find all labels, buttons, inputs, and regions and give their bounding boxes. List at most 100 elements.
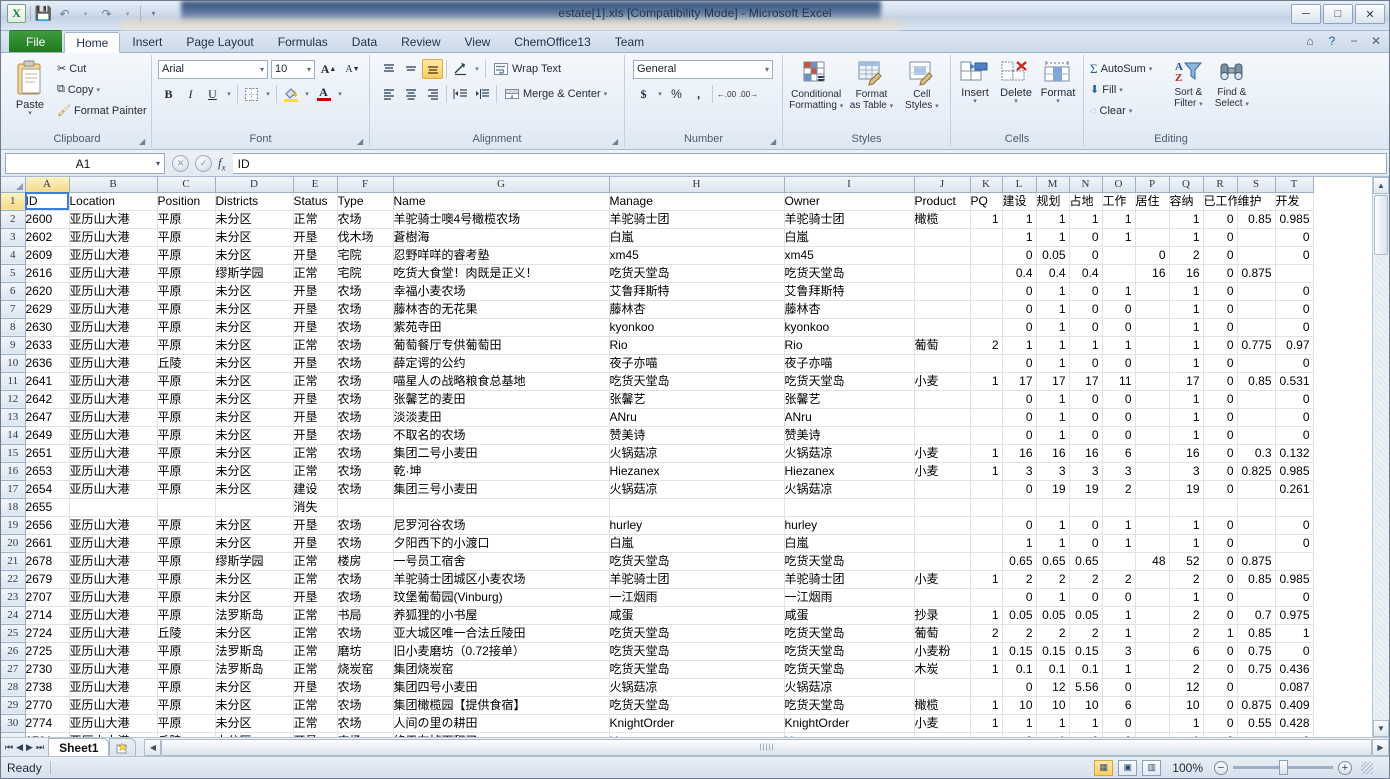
cell-C13[interactable]: 平原 [157,408,216,427]
cell-E27[interactable]: 正常 [293,660,338,679]
cell-D8[interactable]: 未分区 [215,318,294,337]
column-header-l[interactable]: L [1002,177,1037,193]
cell-P25[interactable] [1135,624,1170,643]
cell-I6[interactable]: 艾鲁拜斯特 [784,282,915,301]
cell-Q28[interactable]: 12 [1169,678,1204,697]
cell-R14[interactable]: 0 [1203,426,1238,445]
table-row[interactable]: 15 2651 亚历山大港 平原 未分区 正常 农场 集团二号小麦田 火锅菇凉 火锅菇凉 小麦 1 16… [1,444,1314,463]
cell-E6[interactable]: 开垦 [293,282,338,301]
cell-B16[interactable]: 亚历山大港 [69,462,158,481]
scroll-left-button[interactable]: ◀ [144,738,162,756]
formula-input[interactable]: ID [232,153,1387,174]
zoom-in-button[interactable]: + [1338,760,1352,775]
cell-F3[interactable]: 伐木场 [337,228,394,247]
cell-F15[interactable]: 农场 [337,444,394,463]
cell-B9[interactable]: 亚历山大港 [69,336,158,355]
cell-Q29[interactable]: 10 [1169,696,1204,715]
cell-D4[interactable]: 未分区 [215,246,294,265]
cell-C1[interactable]: Position [157,192,216,211]
cell-T6[interactable]: 0 [1275,282,1314,301]
cell-I20[interactable]: 白嵐 [784,534,915,553]
zoom-slider-handle[interactable] [1279,760,1288,775]
cut-button[interactable]: ✂ Cut [57,58,147,79]
table-row[interactable]: 30 2774 亚历山大港 平原 未分区 正常 农场 人间の里の耕田 KnightOrder Kn… [1,714,1314,733]
cell-N28[interactable]: 5.56 [1069,678,1103,697]
row-header-27[interactable]: 27 [1,660,26,679]
cell-M18[interactable] [1036,498,1070,517]
cell-T5[interactable] [1275,264,1314,283]
cell-D27[interactable]: 法罗斯岛 [215,660,294,679]
cell-Q17[interactable]: 19 [1169,480,1204,499]
cell-M17[interactable]: 19 [1036,480,1070,499]
align-middle-button[interactable] [400,59,421,79]
cell-F14[interactable]: 农场 [337,426,394,445]
scroll-down-button[interactable]: ▼ [1373,720,1389,737]
table-row[interactable]: 19 2656 亚历山大港 平原 未分区 开垦 农场 尼罗河谷农场 hurley hurley 0 1… [1,516,1314,535]
font-color-button[interactable]: A [313,84,334,104]
cell-R28[interactable]: 0 [1203,678,1238,697]
cell-K22[interactable]: 1 [970,570,1003,589]
cell-N7[interactable]: 0 [1069,300,1103,319]
cell-S2[interactable]: 0.85 [1237,210,1276,229]
cell-F30[interactable]: 农场 [337,714,394,733]
cell-I18[interactable] [784,498,915,517]
column-header-n[interactable]: N [1069,177,1103,193]
cell-P1[interactable]: 居住 [1135,192,1170,211]
cell-P24[interactable] [1135,606,1170,625]
row-header-1[interactable]: 1 [1,192,26,211]
resize-grip-icon[interactable] [1361,761,1373,774]
italic-button[interactable]: I [180,84,201,104]
cell-D9[interactable]: 未分区 [215,336,294,355]
conditional-formatting-dropdown-icon[interactable]: ▾ [840,103,844,110]
cell-Q11[interactable]: 17 [1169,372,1204,391]
cell-F12[interactable]: 农场 [337,390,394,409]
zoom-slider[interactable] [1233,760,1333,775]
cell-H7[interactable]: 藤林杏 [609,300,785,319]
cell-E7[interactable]: 开垦 [293,300,338,319]
row-header-30[interactable]: 30 [1,714,26,733]
cell-P23[interactable] [1135,588,1170,607]
cell-M13[interactable]: 1 [1036,408,1070,427]
cell-Q19[interactable]: 1 [1169,516,1204,535]
conditional-formatting-button[interactable]: Conditional Formatting ▾ [787,58,845,112]
name-box-dropdown-icon[interactable]: ▾ [156,159,160,168]
cell-O28[interactable]: 0 [1102,678,1136,697]
cell-T3[interactable]: 0 [1275,228,1314,247]
row-header-25[interactable]: 25 [1,624,26,643]
cell-R26[interactable]: 0 [1203,642,1238,661]
cell-R9[interactable]: 0 [1203,336,1238,355]
cell-L4[interactable]: 0 [1002,246,1037,265]
cell-M15[interactable]: 16 [1036,444,1070,463]
cell-G27[interactable]: 集团烧炭窑 [393,660,610,679]
cell-S11[interactable]: 0.85 [1237,372,1276,391]
cell-N16[interactable]: 3 [1069,462,1103,481]
cell-M1[interactable]: 规划 [1036,192,1070,211]
cell-I25[interactable]: 吃货天堂岛 [784,624,915,643]
font-dialog-launcher-icon[interactable]: ◢ [357,137,366,146]
row-header-19[interactable]: 19 [1,516,26,535]
cell-R30[interactable]: 0 [1203,714,1238,733]
cell-L23[interactable]: 0 [1002,588,1037,607]
cell-J22[interactable]: 小麦 [914,570,971,589]
column-header-d[interactable]: D [215,177,294,193]
cell-H1[interactable]: Manage [609,192,785,211]
table-row[interactable]: 6 2620 亚历山大港 平原 未分区 开垦 农场 幸福小麦农场 艾鲁拜斯特 艾鲁拜斯特 0 1 0 1 1… [1,282,1314,301]
cell-J25[interactable]: 葡萄 [914,624,971,643]
row-header-29[interactable]: 29 [1,696,26,715]
cell-G30[interactable]: 人间の里の耕田 [393,714,610,733]
cell-T16[interactable]: 0.985 [1275,462,1314,481]
cell-O22[interactable]: 2 [1102,570,1136,589]
cell-T15[interactable]: 0.132 [1275,444,1314,463]
cell-A12[interactable]: 2642 [25,390,70,409]
cell-E30[interactable]: 正常 [293,714,338,733]
cell-T20[interactable]: 0 [1275,534,1314,553]
percent-button[interactable]: % [666,84,687,104]
cell-I17[interactable]: 火锅菇凉 [784,480,915,499]
cell-T30[interactable]: 0.428 [1275,714,1314,733]
cell-K28[interactable] [970,678,1003,697]
home-icon[interactable]: ⌂ [1303,34,1317,48]
cell-P30[interactable] [1135,714,1170,733]
row-header-6[interactable]: 6 [1,282,26,301]
cell-N27[interactable]: 0.1 [1069,660,1103,679]
cell-O16[interactable]: 3 [1102,462,1136,481]
